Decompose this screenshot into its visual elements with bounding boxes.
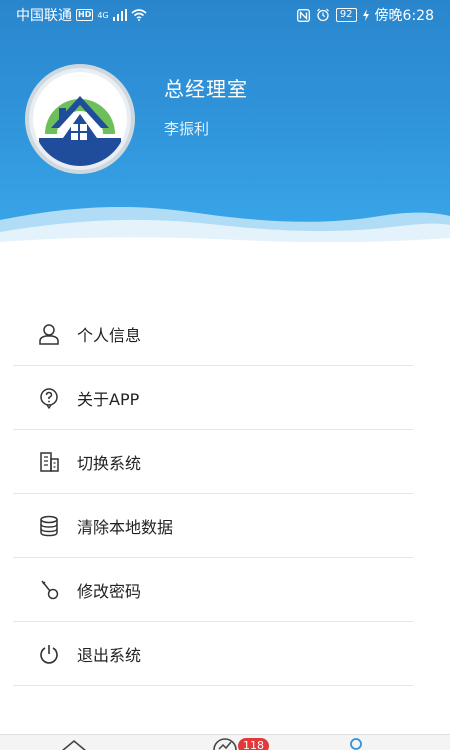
- hd-badge: HD: [76, 9, 94, 21]
- charging-icon: [362, 9, 369, 21]
- menu-item-label: 关于APP: [77, 389, 140, 409]
- settings-menu: 个人信息 关于APP 切换系统 清除本地数据 修改密码 退出系统: [13, 302, 413, 686]
- tab-stats-icon[interactable]: [212, 737, 238, 750]
- power-icon: [35, 640, 63, 668]
- menu-item-personal-info[interactable]: 个人信息: [13, 302, 413, 366]
- database-icon: [35, 512, 63, 540]
- tab-profile-icon[interactable]: [345, 737, 367, 750]
- menu-item-label: 切换系统: [77, 453, 142, 473]
- house-logo-icon: [39, 96, 121, 166]
- header-wave: [0, 206, 450, 250]
- battery-level: 92: [335, 8, 357, 22]
- menu-item-label: 退出系统: [77, 645, 142, 665]
- help-icon: [35, 384, 63, 412]
- menu-item-change-password[interactable]: 修改密码: [13, 558, 413, 622]
- user-name: 李振利: [164, 120, 210, 138]
- menu-item-about-app[interactable]: 关于APP: [13, 366, 413, 430]
- bottom-tab-bar: [0, 734, 450, 750]
- wifi-icon: [131, 9, 147, 21]
- carrier-name: 中国联通: [16, 8, 72, 24]
- menu-item-label: 个人信息: [77, 325, 142, 345]
- status-bar: 中国联通 HD 4G 92 傍晚6:28: [0, 0, 450, 30]
- signal-icon: [112, 9, 127, 21]
- menu-item-label: 修改密码: [77, 581, 142, 601]
- menu-item-logout[interactable]: 退出系统: [13, 622, 413, 686]
- menu-item-switch-system[interactable]: 切换系统: [13, 430, 413, 494]
- tab-home-icon[interactable]: [60, 737, 88, 750]
- avatar-logo: [33, 72, 127, 166]
- notification-badge: 118: [238, 738, 269, 750]
- building-icon: [35, 448, 63, 476]
- company-name: 总经理室: [164, 77, 248, 101]
- alarm-icon: [316, 8, 329, 22]
- avatar[interactable]: [25, 64, 135, 174]
- clock-time: 傍晚6:28: [374, 8, 434, 24]
- menu-item-clear-local-data[interactable]: 清除本地数据: [13, 494, 413, 558]
- person-icon: [35, 320, 63, 348]
- nfc-icon: [296, 8, 310, 22]
- network-type: 4G: [97, 10, 109, 20]
- menu-item-label: 清除本地数据: [77, 517, 174, 537]
- key-icon: [35, 576, 63, 604]
